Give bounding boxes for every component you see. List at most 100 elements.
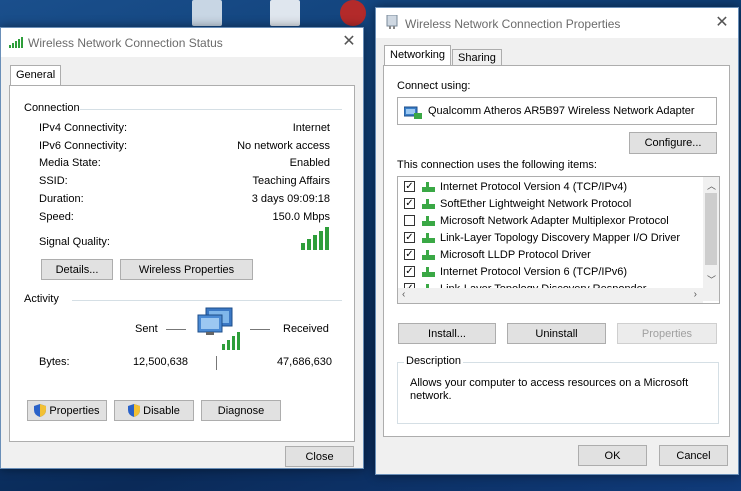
shield-icon — [128, 404, 141, 417]
bytes-label: Bytes: — [39, 356, 70, 368]
connection-heading: Connection — [24, 102, 80, 114]
network-component-icon — [422, 266, 436, 278]
media-state-label: Media State: — [39, 157, 101, 169]
ssid-value: Teaching Affairs — [252, 175, 330, 187]
description-heading: Description — [404, 355, 464, 367]
vertical-scrollbar[interactable]: ︿ ﹀ — [703, 177, 719, 301]
cancel-button[interactable]: Cancel — [659, 445, 728, 466]
item-label: Microsoft Network Adapter Multiplexor Pr… — [440, 214, 669, 227]
media-state-value: Enabled — [289, 157, 330, 169]
network-component-icon — [422, 232, 436, 244]
signal-quality-label: Signal Quality: — [39, 236, 110, 248]
items-label: This connection uses the following items… — [397, 159, 597, 171]
properties-label: Properties — [49, 404, 100, 417]
wifi-signal-icon — [9, 36, 23, 48]
ssid-label: SSID: — [39, 175, 68, 187]
network-component-icon — [422, 249, 436, 261]
divider — [72, 300, 342, 301]
checkbox[interactable]: ✓ — [404, 198, 415, 209]
activity-heading: Activity — [24, 293, 59, 305]
speed-value: 150.0 Mbps — [272, 211, 330, 223]
items-list[interactable]: ✓ Internet Protocol Version 4 (TCP/IPv4)… — [397, 176, 720, 304]
item-label: Microsoft LLDP Protocol Driver — [440, 248, 591, 261]
checkbox[interactable]: ✓ — [404, 181, 415, 192]
chevron-down-icon[interactable]: ﹀ — [707, 273, 716, 286]
checkbox[interactable]: ✓ — [404, 266, 415, 277]
network-adapter-icon — [403, 104, 422, 123]
chevron-left-icon[interactable]: ‹ — [402, 289, 405, 300]
item-label: SoftEther Lightweight Network Protocol — [440, 197, 632, 210]
bytes-sent-value: 12,500,638 — [132, 356, 188, 368]
checkbox[interactable]: ✓ — [404, 232, 415, 243]
tab-sharing[interactable]: Sharing — [452, 49, 502, 66]
list-item[interactable]: Microsoft Network Adapter Multiplexor Pr… — [404, 212, 669, 229]
shield-icon — [34, 404, 47, 417]
general-panel: Connection IPv4 Connectivity: Internet I… — [9, 85, 355, 442]
received-line — [250, 329, 270, 330]
network-component-icon — [422, 198, 436, 210]
desktop-icon[interactable] — [340, 0, 366, 26]
list-item[interactable]: ✓ SoftEther Lightweight Network Protocol — [404, 195, 631, 212]
horizontal-scrollbar[interactable]: ‹ › — [398, 288, 703, 303]
properties-dialog: Wireless Network Connection Properties ✕… — [375, 7, 739, 475]
install-button[interactable]: Install... — [398, 323, 496, 344]
description-group: Description Allows your computer to acce… — [397, 355, 719, 424]
status-dialog: Wireless Network Connection Status ✕ Gen… — [0, 27, 364, 469]
divider — [80, 109, 342, 110]
sent-label: Sent — [135, 323, 158, 335]
adapter-name: Qualcomm Atheros AR5B97 Wireless Network… — [428, 105, 695, 117]
received-label: Received — [283, 323, 329, 335]
ipv4-value: Internet — [292, 122, 330, 134]
disable-label: Disable — [143, 404, 180, 417]
network-component-icon — [422, 215, 436, 227]
network-component-icon — [422, 181, 436, 193]
item-label: Internet Protocol Version 6 (TCP/IPv6) — [440, 265, 628, 278]
network-computers-icon — [196, 306, 244, 357]
activity-divider — [216, 356, 217, 370]
item-label: Internet Protocol Version 4 (TCP/IPv4) — [440, 180, 628, 193]
bytes-received-value: 47,686,630 — [276, 356, 332, 368]
sent-line — [166, 329, 186, 330]
chevron-up-icon[interactable]: ︿ — [707, 179, 716, 192]
list-item[interactable]: ✓ Link-Layer Topology Discovery Mapper I… — [404, 229, 680, 246]
desktop-icon[interactable] — [192, 0, 222, 26]
uninstall-button[interactable]: Uninstall — [507, 323, 606, 344]
connect-using-label: Connect using: — [397, 80, 471, 92]
component-properties-button[interactable]: Properties — [617, 323, 717, 344]
chevron-right-icon[interactable]: › — [694, 289, 697, 300]
ipv4-label: IPv4 Connectivity: — [39, 122, 128, 134]
adapter-box: Qualcomm Atheros AR5B97 Wireless Network… — [397, 97, 717, 125]
status-titlebar[interactable]: Wireless Network Connection Status ✕ — [1, 28, 363, 57]
list-item[interactable]: ✓ Internet Protocol Version 6 (TCP/IPv6) — [404, 263, 627, 280]
ipv6-value: No network access — [237, 140, 330, 152]
item-label: Link-Layer Topology Discovery Mapper I/O… — [440, 231, 681, 244]
description-text: Allows your computer to access resources… — [410, 377, 689, 402]
network-adapter-icon — [386, 14, 398, 29]
signal-bars-icon — [301, 226, 331, 253]
networking-panel: Connect using: Qualcomm Atheros AR5B97 W… — [383, 65, 730, 437]
list-item[interactable]: ✓ Internet Protocol Version 4 (TCP/IPv4) — [404, 178, 627, 195]
checkbox[interactable] — [404, 215, 415, 226]
tab-networking[interactable]: Networking — [384, 45, 452, 65]
disable-button[interactable]: Disable — [114, 400, 194, 421]
speed-label: Speed: — [39, 211, 74, 223]
ok-button[interactable]: OK — [578, 445, 647, 466]
duration-label: Duration: — [39, 193, 84, 205]
tab-general[interactable]: General — [10, 65, 62, 85]
scrollbar-thumb[interactable] — [705, 193, 717, 265]
wireless-properties-button[interactable]: Wireless Properties — [120, 259, 253, 280]
diagnose-button[interactable]: Diagnose — [201, 400, 281, 421]
properties-titlebar[interactable]: Wireless Network Connection Properties ✕ — [376, 8, 738, 38]
ipv6-label: IPv6 Connectivity: — [39, 140, 128, 152]
properties-button[interactable]: Properties — [27, 400, 107, 421]
duration-value: 3 days 09:09:18 — [251, 193, 330, 205]
close-icon[interactable]: ✕ — [714, 15, 730, 31]
close-icon[interactable]: ✕ — [341, 34, 357, 50]
configure-button[interactable]: Configure... — [629, 132, 717, 154]
close-button[interactable]: Close — [285, 446, 354, 467]
checkbox[interactable]: ✓ — [404, 249, 415, 260]
desktop-icon[interactable] — [270, 0, 300, 26]
details-button[interactable]: Details... — [41, 259, 113, 280]
list-item[interactable]: ✓ Microsoft LLDP Protocol Driver — [404, 246, 591, 263]
status-dialog-title: Wireless Network Connection Status — [28, 36, 223, 50]
